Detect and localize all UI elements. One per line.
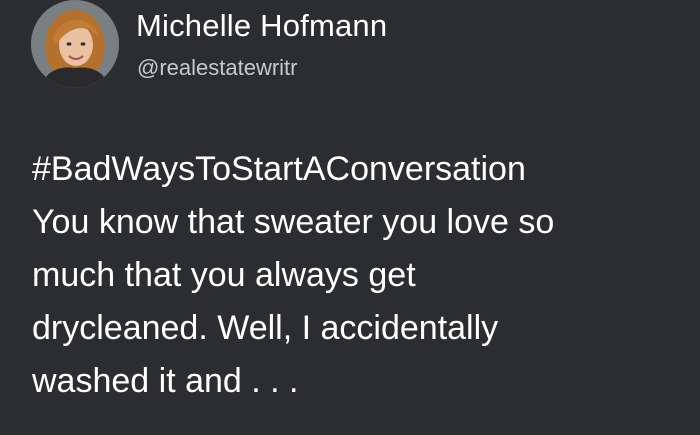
tweet-text-line-1: You know that sweater you love so (32, 203, 555, 241)
user-handle[interactable]: @realestatewritr (137, 54, 298, 82)
display-name[interactable]: Michelle Hofmann (136, 8, 387, 44)
tweet-text-line-3: drycleaned. Well, I accidentally (32, 309, 499, 347)
tweet-text: #BadWaysToStartAConversation You know th… (32, 143, 692, 408)
avatar[interactable] (31, 0, 119, 88)
hashtag-link[interactable]: #BadWaysToStartAConversation (32, 143, 692, 196)
tweet-text-line-4: washed it and . . . (32, 362, 299, 400)
user-avatar-icon (31, 0, 119, 88)
tweet-text-line-2: much that you always get (32, 256, 416, 294)
tweet-card: Michelle Hofmann @realestatewritr #BadWa… (0, 0, 700, 435)
